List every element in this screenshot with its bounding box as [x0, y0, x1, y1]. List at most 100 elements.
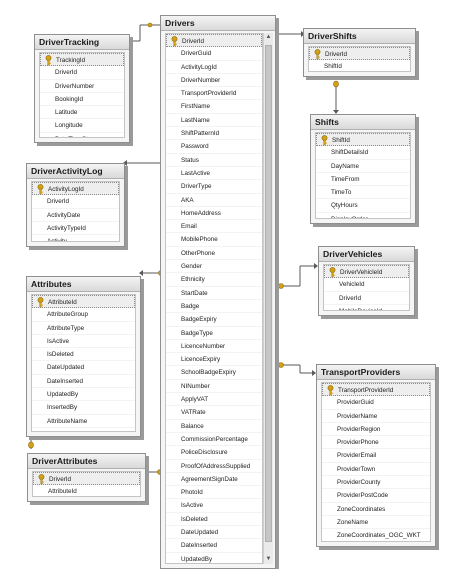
column-row[interactable]: AttributeType: [32, 322, 135, 335]
column-row[interactable]: ProviderPhone: [322, 436, 430, 450]
driver-shifts-title[interactable]: DriverShifts: [304, 29, 415, 44]
scroll-thumb[interactable]: [265, 45, 272, 542]
column-row[interactable]: ActivityLogId: [32, 182, 119, 196]
column-row[interactable]: FirstName: [166, 100, 262, 114]
column-row[interactable]: DriverId: [309, 47, 410, 61]
column-row[interactable]: BadgeType: [166, 327, 262, 340]
column-row[interactable]: DriverId: [33, 472, 140, 486]
column-row[interactable]: InsertedBy: [32, 401, 135, 415]
column-row[interactable]: ProviderEmail: [322, 449, 430, 463]
driver-attributes-title[interactable]: DriverAttributes: [28, 454, 145, 469]
column-row[interactable]: DriverType: [166, 180, 262, 194]
column-row[interactable]: ShiftPatternId: [166, 127, 262, 141]
shifts-table[interactable]: Shifts ShiftId ShiftDetailsId DayName TimeF…: [310, 114, 416, 224]
column-row[interactable]: ActivityTypeId: [32, 222, 119, 236]
column-row[interactable]: TimeTo: [316, 186, 410, 200]
column-row[interactable]: IsDeleted: [32, 348, 135, 362]
column-row[interactable]: CommissionPercentage: [166, 433, 262, 447]
driver-tracking-title[interactable]: DriverTracking: [35, 35, 129, 50]
drivers-table[interactable]: Drivers DriverId DriverGuid ActivityLogId D…: [160, 15, 276, 569]
column-row[interactable]: TimeFrom: [316, 173, 410, 187]
column-row[interactable]: AgreementSignDate: [166, 473, 262, 487]
column-row[interactable]: AttributeId: [33, 485, 140, 496]
column-row[interactable]: TransportProviderId: [322, 383, 430, 397]
column-row[interactable]: HomeAddress: [166, 207, 262, 221]
column-row[interactable]: ShiftId: [309, 60, 410, 71]
column-row[interactable]: LastActive: [166, 167, 262, 181]
column-row[interactable]: LastName: [166, 114, 262, 128]
column-row[interactable]: AttributeName: [32, 415, 135, 428]
column-row[interactable]: ApplyVAT: [166, 393, 262, 407]
column-row[interactable]: Activity: [32, 235, 119, 241]
column-row[interactable]: ZoneCoordinates: [322, 503, 430, 516]
column-row[interactable]: DriverId: [324, 292, 409, 305]
column-row[interactable]: IsActive: [32, 335, 135, 349]
column-row[interactable]: LicenceExpiry: [166, 353, 262, 367]
driver-vehicles-table[interactable]: DriverVehicles DriverVehicleId VehicleId D…: [318, 246, 415, 316]
column-row[interactable]: DriverGuid: [166, 47, 262, 61]
column-row[interactable]: AttributeValue: [32, 428, 135, 432]
column-row[interactable]: ShiftId: [316, 133, 410, 147]
column-row[interactable]: DateInserted: [32, 375, 135, 389]
column-row[interactable]: DateUpdated: [166, 526, 262, 540]
column-row[interactable]: ProviderPostCode: [322, 489, 430, 503]
column-row[interactable]: UpdatedBy: [32, 388, 135, 402]
column-row[interactable]: DriverId: [166, 34, 262, 48]
driver-shifts-table[interactable]: DriverShifts DriverId ShiftId: [303, 28, 416, 77]
column-row[interactable]: ActivityLogId: [166, 61, 262, 74]
column-row[interactable]: MobileDeviceId: [324, 305, 409, 310]
column-row[interactable]: ZoneName: [322, 516, 430, 530]
transport-providers-table[interactable]: TransportProviders TransportProviderId Pr…: [316, 364, 436, 547]
column-row[interactable]: Latitude: [40, 106, 124, 120]
column-row[interactable]: AttributeGroup: [32, 308, 135, 322]
column-row[interactable]: DateInserted: [166, 539, 262, 553]
column-row[interactable]: SchoolBadgeExpiry: [166, 366, 262, 380]
driver-activity-log-title[interactable]: DriverActivityLog: [27, 164, 124, 179]
column-row[interactable]: BadgeExpiry: [166, 313, 262, 327]
column-row[interactable]: ActivityDate: [32, 209, 119, 222]
column-row[interactable]: Ethnicity: [166, 273, 262, 287]
column-row[interactable]: Status: [166, 154, 262, 167]
column-row[interactable]: AttributeId: [32, 295, 135, 309]
column-row[interactable]: DriverNumber: [40, 80, 124, 93]
column-row[interactable]: IsDeleted: [166, 513, 262, 526]
column-row[interactable]: ProviderTown: [322, 463, 430, 477]
column-row[interactable]: DriverVehicleId: [324, 265, 409, 279]
column-row[interactable]: ShiftDetailsId: [316, 146, 410, 160]
column-row[interactable]: QtyHours: [316, 199, 410, 213]
driver-attributes-table[interactable]: DriverAttributes DriverId AttributeId: [27, 453, 146, 502]
column-row[interactable]: PhotoId: [166, 486, 262, 500]
column-row[interactable]: ZoneCoordinates_OGC_WKT: [322, 529, 430, 541]
column-row[interactable]: StartDate: [166, 287, 262, 300]
drivers-title[interactable]: Drivers: [161, 16, 275, 31]
column-row[interactable]: ProviderCounty: [322, 476, 430, 490]
column-row[interactable]: ProviderName: [322, 410, 430, 423]
column-row[interactable]: Email: [166, 220, 262, 234]
driver-vehicles-title[interactable]: DriverVehicles: [319, 247, 414, 262]
column-row[interactable]: TrackingId: [40, 53, 124, 67]
column-row[interactable]: DriverId: [32, 195, 119, 209]
column-row[interactable]: OtherPhone: [166, 247, 262, 261]
column-row[interactable]: NINumber: [166, 380, 262, 394]
shifts-title[interactable]: Shifts: [311, 115, 415, 130]
column-row[interactable]: ProviderGuid: [322, 396, 430, 410]
drivers-scrollbar[interactable]: ▲ ▼: [263, 33, 273, 564]
column-row[interactable]: AKA: [166, 194, 262, 207]
column-row[interactable]: DayName: [316, 160, 410, 173]
column-row[interactable]: DriverNumber: [166, 74, 262, 88]
column-row[interactable]: TransportProviderId: [166, 87, 262, 101]
column-row[interactable]: Badge: [166, 300, 262, 314]
attributes-title[interactable]: Attributes: [27, 277, 140, 292]
transport-providers-title[interactable]: TransportProviders: [317, 365, 435, 380]
driver-tracking-table[interactable]: DriverTracking TrackingId DriverId DriverN…: [34, 34, 130, 143]
column-row[interactable]: Gender: [166, 260, 262, 274]
column-row[interactable]: ProviderRegion: [322, 423, 430, 437]
column-row[interactable]: Balance: [166, 420, 262, 433]
column-row[interactable]: ProofOfAddressSupplied: [166, 460, 262, 473]
scroll-up-icon[interactable]: ▲: [265, 34, 272, 41]
scroll-down-icon[interactable]: ▼: [265, 556, 272, 563]
column-row[interactable]: Password: [166, 140, 262, 154]
column-row[interactable]: LicenceNumber: [166, 340, 262, 354]
column-row[interactable]: UpdatedBy: [166, 553, 262, 563]
column-row[interactable]: VATRate: [166, 406, 262, 420]
